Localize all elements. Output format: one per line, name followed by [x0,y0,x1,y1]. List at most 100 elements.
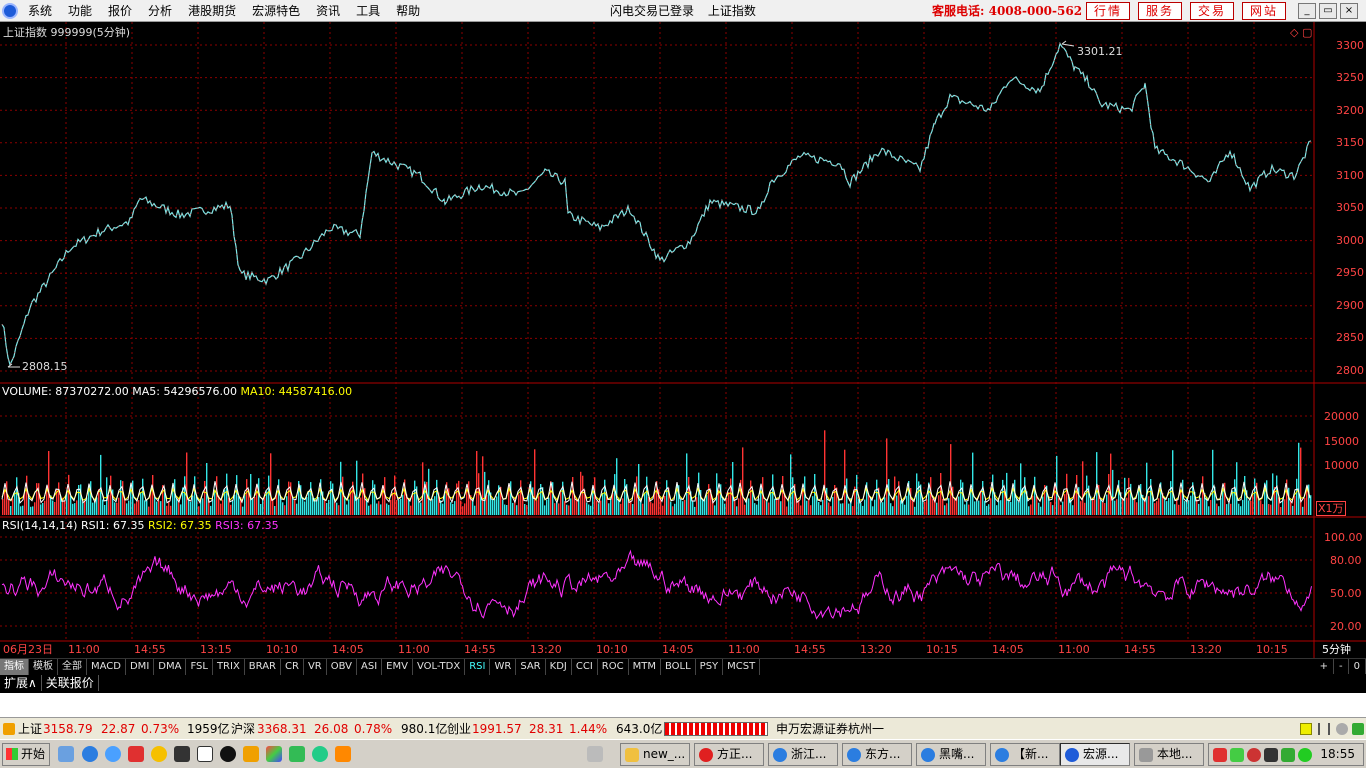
volume-bar [328,499,330,515]
volume-bar [698,472,700,515]
tab-dma[interactable]: DMA [154,659,187,675]
task-hongyuan[interactable]: 宏源... [1060,743,1130,766]
tab-dmi[interactable]: DMI [126,659,155,675]
tab-vol-tdx[interactable]: VOL-TDX [413,659,466,675]
app-logo-icon[interactable] [2,3,18,19]
volume-bar [1218,506,1220,515]
volume-bar [234,494,236,515]
sogou-icon[interactable] [335,746,351,762]
media-icon[interactable] [174,746,190,762]
zoom-in-button[interactable]: + [1315,659,1335,674]
app-icon[interactable] [128,746,144,762]
volume-bar [844,449,846,515]
refresh-icon[interactable] [312,746,328,762]
menu-hk-futures[interactable]: 港股期货 [180,0,244,22]
website-button[interactable]: 网站 [1242,2,1286,20]
tray-flag-icon[interactable] [1213,748,1227,762]
chat-icon[interactable] [289,746,305,762]
tab-sar[interactable]: SAR [516,659,546,675]
menu-function[interactable]: 功能 [60,0,100,22]
period-label[interactable]: 5分钟 [1322,643,1351,656]
volume-bar [672,506,674,515]
tab-rsi[interactable]: RSI [465,659,491,675]
tab-kdj[interactable]: KDJ [546,659,572,675]
tab-template[interactable]: 模板 [29,659,58,675]
folder-icon[interactable] [243,746,259,762]
tab-mtm[interactable]: MTM [629,659,661,675]
menu-hongyuan[interactable]: 宏源特色 [244,0,308,22]
tab-cci[interactable]: CCI [572,659,598,675]
task-heizui[interactable]: 黑嘴... [916,743,986,766]
tab-asi[interactable]: ASI [357,659,383,675]
tab-emv[interactable]: EMV [382,659,413,675]
tray-security-icon[interactable] [1247,748,1261,762]
menu-tools[interactable]: 工具 [348,0,388,22]
volume-bar [1122,498,1124,515]
alert-icon[interactable] [1300,723,1312,735]
smiley-icon[interactable] [151,746,167,762]
tray-update-icon[interactable] [1281,748,1295,762]
ie-icon[interactable] [82,746,98,762]
status-icon[interactable] [3,723,15,735]
online-icon[interactable] [1352,723,1364,735]
chart-options-icon[interactable]: ◇ ▢ [1290,26,1312,39]
menu-system[interactable]: 系统 [20,0,60,22]
close-button[interactable]: × [1340,3,1358,19]
task-dongfang[interactable]: 东方... [842,743,912,766]
connection-icon[interactable] [1336,723,1348,735]
service-button[interactable]: 服务 [1138,2,1182,20]
tab-macd[interactable]: MACD [87,659,126,675]
volume-bar [134,503,136,515]
kline-chart-svg[interactable] [0,22,1366,658]
tray-360-icon[interactable] [1298,748,1312,762]
tab-vr[interactable]: VR [304,659,327,675]
tab-brar[interactable]: BRAR [245,659,281,675]
volume-bar [930,477,932,515]
keyboard-icon[interactable] [587,746,603,762]
qq-icon[interactable] [220,746,236,762]
task-founder[interactable]: 方正... [694,743,764,766]
menu-help[interactable]: 帮助 [388,0,428,22]
picture-icon[interactable] [266,746,282,762]
task-local[interactable]: 本地... [1134,743,1204,766]
volume-bar [744,504,746,515]
reset-button[interactable]: 0 [1349,659,1366,674]
tab-all[interactable]: 全部 [58,659,87,675]
volume-bar [612,493,614,515]
menu-news[interactable]: 资讯 [308,0,348,22]
task-new-news[interactable]: 【新... [990,743,1060,766]
tab-psy[interactable]: PSY [696,659,724,675]
task-zhejiang[interactable]: 浙江... [768,743,838,766]
menu-quote[interactable]: 报价 [100,0,140,22]
start-button[interactable]: 开始 [2,743,50,766]
volume-bar [190,502,192,515]
tab-boll[interactable]: BOLL [661,659,696,675]
desktop-icon[interactable] [58,746,74,762]
tab-roc[interactable]: ROC [598,659,629,675]
tab-mcst[interactable]: MCST [723,659,761,675]
tab-wr[interactable]: WR [490,659,517,675]
tray-app-icon[interactable] [1264,748,1278,762]
tab-obv[interactable]: OBV [327,659,357,675]
expand-tab[interactable]: 扩展∧ [0,675,42,691]
volume-bar [140,492,142,515]
restore-button[interactable]: ▭ [1319,3,1337,19]
note-icon[interactable] [197,746,213,762]
trade-button[interactable]: 交易 [1190,2,1234,20]
tab-trix[interactable]: TRIX [213,659,245,675]
related-quote-tab[interactable]: 关联报价 [42,675,99,691]
zoom-out-button[interactable]: - [1334,659,1349,674]
tray-network-icon[interactable] [1230,748,1244,762]
volume-bar [506,505,508,515]
market-button[interactable]: 行情 [1086,2,1130,20]
chart-area[interactable]: 上证指数 999999(5分钟) ◇ ▢ 3301.21 2808.15 330… [0,22,1366,658]
menu-analysis[interactable]: 分析 [140,0,180,22]
tab-cr[interactable]: CR [281,659,304,675]
browser-icon[interactable] [105,746,121,762]
tab-indicator[interactable]: 指标 [0,659,29,675]
tab-fsl[interactable]: FSL [186,659,213,675]
volume-bar [1250,501,1252,515]
minimize-button[interactable]: _ [1298,3,1316,19]
volume-bar [1292,505,1294,515]
task-new[interactable]: new_... [620,743,690,766]
